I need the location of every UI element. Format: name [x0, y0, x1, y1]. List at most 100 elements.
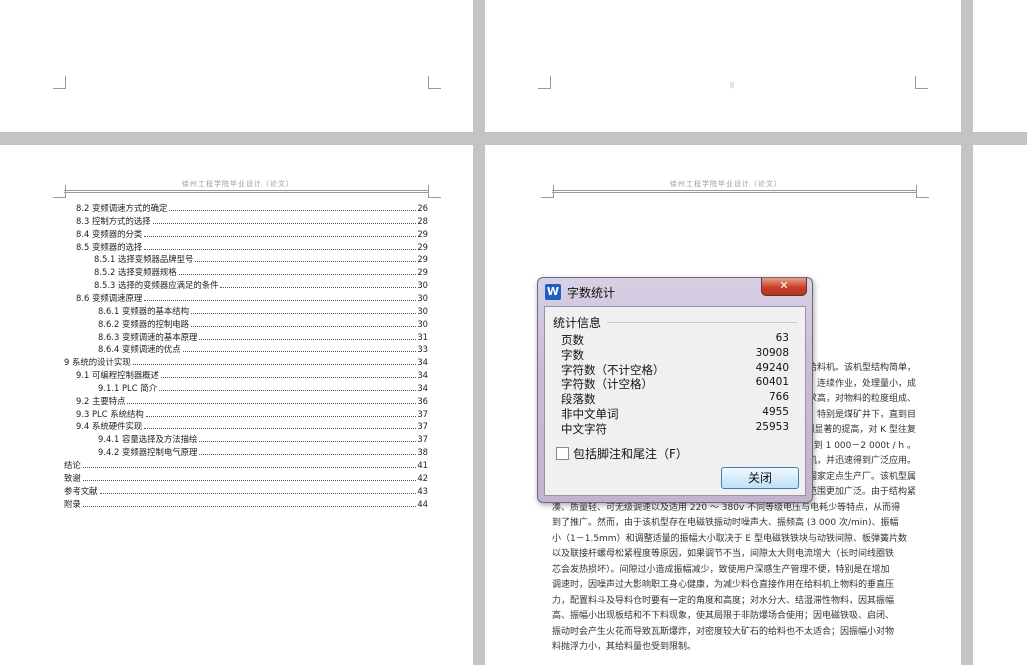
- toc-entry-page: 37: [417, 421, 428, 432]
- toc-entry[interactable]: 8.5 变频器的选择 29: [76, 240, 428, 252]
- toc-entry-page: 33: [417, 344, 428, 355]
- toc-entry-page: 30: [417, 305, 428, 316]
- margin-corner-mark: [53, 185, 66, 198]
- margin-corner-mark: [541, 185, 554, 198]
- toc-entry[interactable]: 8.5.1 选择变频器品牌型号 29: [94, 252, 428, 264]
- toc-entry-title: 8.5 变频器的选择: [76, 241, 143, 252]
- toc-dot-leader: [199, 447, 417, 456]
- toc-dot-leader: [190, 306, 417, 314]
- toc-entry-page: 29: [417, 241, 428, 252]
- toc-entry[interactable]: 8.2 变频调速方式的确定 26: [76, 201, 428, 213]
- stat-label: 字符数（计空格）: [561, 377, 653, 392]
- page-break-mark: ||: [730, 82, 735, 89]
- toc-entry-title: 8.6 变频调速原理: [76, 292, 143, 303]
- stat-row: 页数 63: [561, 332, 789, 347]
- word-count-dialog: W 字数统计 ✕ 统计信息 页数 63 字数 30908 字符数（不计空格） 49240 字…: [537, 277, 813, 503]
- toc-entry[interactable]: 8.6.1 变频器的基本结构 30: [98, 304, 428, 316]
- body-text-line: 高、振幅小出现板结和不下料现象，使其局限于非防爆场合使用；因电磁铁吸、启闭、: [552, 611, 895, 621]
- stat-row: 非中文单词 4955: [561, 406, 789, 421]
- close-button[interactable]: 关闭: [721, 467, 799, 489]
- toc-dot-leader: [82, 460, 417, 468]
- stat-label: 段落数: [561, 392, 596, 407]
- dialog-content: 统计信息 页数 63 字数 30908 字符数（不计空格） 49240 字符数（计空格） 60…: [544, 306, 806, 496]
- toc-entry-title: 8.6.1 变频器的基本结构: [98, 305, 189, 316]
- header-rule: [64, 190, 428, 191]
- toc-entry-title: 8.5.2 选择变频器规格: [94, 267, 177, 278]
- close-icon[interactable]: ✕: [761, 278, 807, 296]
- margin-corner-mark: [428, 76, 441, 89]
- toc-entry-page: 30: [417, 292, 428, 303]
- wps-writer-icon: W: [545, 284, 561, 300]
- toc-dot-leader: [220, 280, 417, 289]
- body-text-line: 到了推广。然而，由于该机型存在电磁铁振动时噪声大、振频高 (3 000 次/mi…: [552, 518, 899, 528]
- include-footnotes-checkbox[interactable]: [556, 447, 569, 460]
- toc-dot-leader: [190, 319, 417, 327]
- body-text-line: 调速时，因噪声过大影响职工身心健康，为减少料仓直接作用在给料机上物料的垂直压: [552, 580, 895, 590]
- toc-entry-title: 附录: [64, 498, 81, 509]
- toc-entry[interactable]: 结论 41: [64, 458, 428, 470]
- toc-entry[interactable]: 9.4.2 变频器控制电气原理 38: [98, 445, 428, 457]
- stat-value: 49240: [755, 361, 789, 374]
- toc-entry[interactable]: 9.4.1 容量选择及方法描绘 37: [98, 432, 428, 444]
- toc-entry[interactable]: 9.3 PLC 系统结构 37: [76, 407, 428, 419]
- stat-label: 字数: [561, 347, 584, 362]
- stat-label: 页数: [561, 333, 584, 347]
- toc-entry-title: 8.5.3 选择的变频器应满足的条件: [94, 280, 219, 291]
- toc-entry-page: 30: [417, 318, 428, 329]
- toc-dot-leader: [99, 486, 417, 494]
- toc-entry-page: 37: [417, 434, 428, 445]
- page-top-middle: ||: [485, 0, 961, 132]
- toc-entry[interactable]: 9.1.1 PLC 简介 34: [98, 381, 428, 393]
- running-header: 徐州工程学院毕业设计（论文）: [670, 180, 782, 188]
- page-top-right: [973, 0, 1027, 132]
- group-divider: [607, 322, 797, 323]
- toc-entry[interactable]: 8.6.2 变频器的控制电路 30: [98, 317, 428, 329]
- toc-entry[interactable]: 8.6.3 变频调速的基本原理 31: [98, 330, 428, 342]
- toc-entry[interactable]: 8.3 控制方式的选择 28: [76, 214, 428, 226]
- toc-dot-leader: [145, 409, 417, 417]
- stat-value: 4955: [762, 406, 789, 418]
- toc-entry[interactable]: 附录 44: [64, 497, 428, 509]
- toc-entry-title: 9.1 可编程控制器概述: [76, 370, 159, 381]
- header-rule: [64, 192, 428, 193]
- toc-entry[interactable]: 9.4 系统硬件实现 37: [76, 419, 428, 431]
- stat-value: 30908: [755, 346, 789, 359]
- body-text-line: 以及联接杆螺母松紧程度等原因，如果调节不当，间隙太大则电流增大（长时间线圈铁: [552, 549, 895, 559]
- stat-row: 字符数（计空格） 60401: [561, 376, 789, 391]
- body-text-line: 力，配置料斗及导料仓时要有一定的角度和高度；对水分大、结湿滞性物料，因其振幅: [552, 595, 895, 606]
- toc-entry-title: 9 系统的设计实现: [64, 357, 131, 368]
- include-footnotes-label[interactable]: 包括脚注和尾注（F）: [573, 445, 688, 462]
- page-right-partial: [973, 145, 1027, 665]
- toc-entry-title: 9.4.1 容量选择及方法描绘: [98, 434, 198, 445]
- toc-entry-page: 34: [417, 370, 428, 381]
- toc-entry[interactable]: 9.1 可编程控制器概述 34: [76, 368, 428, 380]
- stat-value: 63: [775, 332, 789, 344]
- dialog-title: 字数统计: [567, 286, 616, 300]
- toc-entry[interactable]: 8.5.2 选择变频器规格 29: [94, 265, 428, 277]
- toc-entry-title: 8.6.3 变频调速的基本原理: [98, 331, 198, 342]
- stat-label: 中文字符: [561, 421, 607, 436]
- header-rule: [552, 190, 916, 191]
- toc-entry[interactable]: 8.4 变频器的分类 29: [76, 227, 428, 239]
- toc-entry[interactable]: 致谢 42: [64, 471, 428, 483]
- toc-entry-page: 42: [417, 472, 428, 483]
- toc-dot-leader: [160, 370, 417, 379]
- toc-dot-leader: [199, 332, 417, 340]
- toc-entry[interactable]: 8.5.3 选择的变频器应满足的条件 30: [94, 278, 428, 290]
- stat-label: 非中文单词: [561, 407, 619, 421]
- toc-entry-page: 29: [417, 228, 428, 239]
- toc-dot-leader: [199, 434, 417, 443]
- toc-entry-page: 29: [417, 267, 428, 278]
- stat-row: 段落数 766: [561, 391, 789, 406]
- toc-entry-page: 44: [417, 498, 428, 509]
- toc-dot-leader: [144, 293, 417, 301]
- toc-entry[interactable]: 8.6 变频调速原理 30: [76, 291, 428, 303]
- toc-dot-leader: [144, 242, 417, 250]
- toc-entry[interactable]: 9.2 主要特点 36: [76, 394, 428, 406]
- toc-entry[interactable]: 8.6.4 变频调速的优点 33: [98, 342, 428, 354]
- stat-row: 字数 30908: [561, 347, 789, 362]
- toc-entry-page: 38: [417, 447, 428, 458]
- toc-entry-title: 8.4 变频器的分类: [76, 228, 143, 239]
- toc-entry[interactable]: 9 系统的设计实现 34: [64, 355, 428, 367]
- toc-entry[interactable]: 参考文献 43: [64, 484, 428, 496]
